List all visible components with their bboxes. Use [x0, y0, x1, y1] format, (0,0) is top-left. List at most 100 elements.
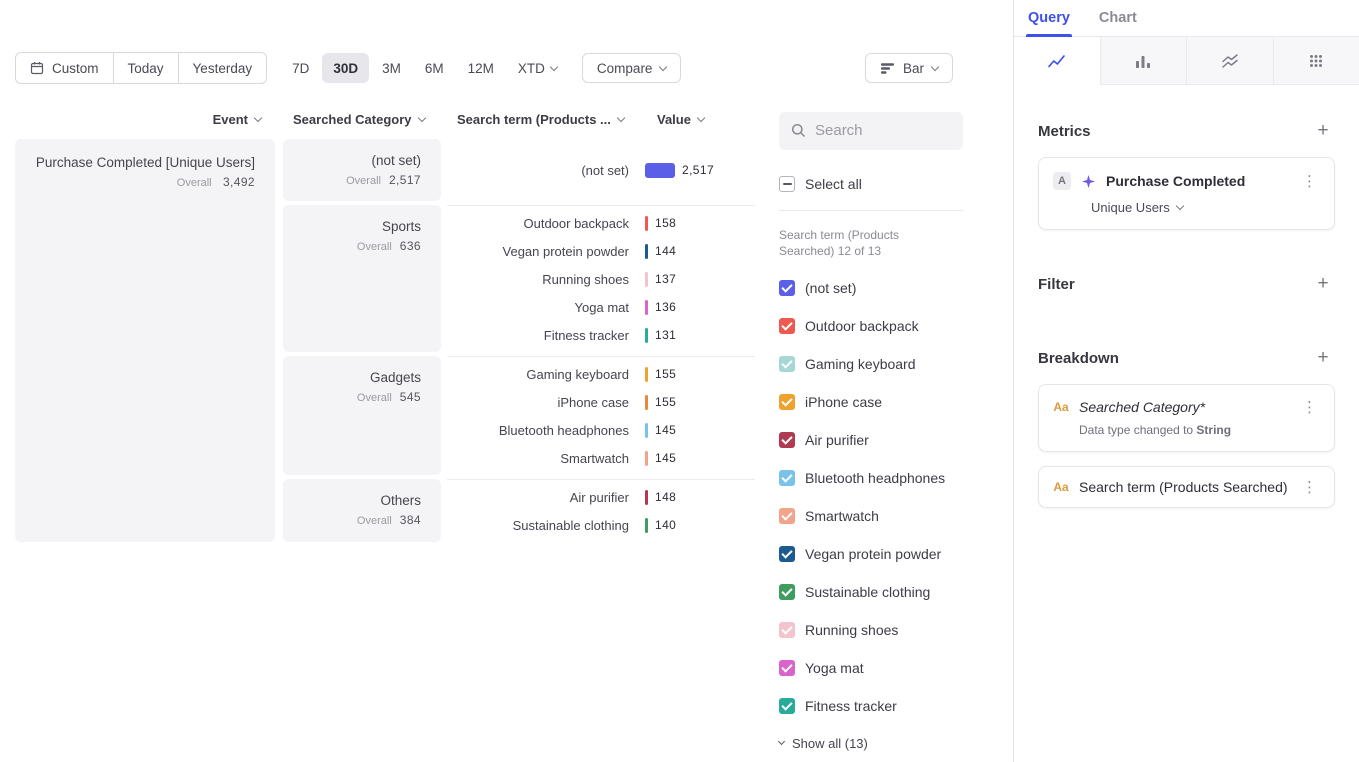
event-cell[interactable]: Purchase Completed [Unique Users] Overal… [15, 139, 275, 542]
measure-label: Unique Users [1091, 200, 1170, 215]
category-label: Sports [293, 219, 421, 234]
segment-search-box[interactable] [779, 112, 963, 150]
category-cell[interactable]: (not set)Overall2,517 [283, 139, 441, 201]
select-all-checkbox[interactable] [779, 176, 795, 192]
checkbox-icon[interactable] [779, 508, 795, 524]
range-label: 6M [425, 61, 444, 76]
bar-chart-tab[interactable] [1101, 37, 1188, 85]
value-bar[interactable] [645, 423, 648, 438]
compare-button[interactable]: Compare [582, 53, 682, 83]
term-checkbox-item[interactable]: Bluetooth headphones [779, 459, 963, 497]
value-cell: 145 [645, 451, 755, 466]
chart-row: Sustainable clothing140 [447, 511, 755, 539]
checkbox-icon[interactable] [779, 280, 795, 296]
compare-label: Compare [597, 61, 653, 76]
range-6m-button[interactable]: 6M [414, 53, 455, 83]
term-checkbox-item[interactable]: Yoga mat [779, 649, 963, 687]
term-checkbox-item[interactable]: (not set) [779, 269, 963, 307]
add-metric-button[interactable]: + [1311, 119, 1335, 143]
custom-date-button[interactable]: Custom [16, 53, 114, 83]
value-cell: 148 [645, 490, 755, 505]
value-bar[interactable] [645, 300, 648, 315]
category-cell[interactable]: OthersOverall384 [283, 479, 441, 542]
stacked-chart-tab[interactable] [1187, 37, 1274, 85]
value-number: 158 [655, 216, 676, 230]
yesterday-button[interactable]: Yesterday [179, 53, 267, 83]
category-column-header[interactable]: Searched Category [283, 112, 441, 127]
add-filter-button[interactable]: + [1311, 272, 1335, 296]
breakdown-heading: Breakdown [1038, 350, 1119, 367]
category-overall-value: 545 [400, 390, 421, 404]
measure-dropdown[interactable]: Unique Users [1091, 200, 1320, 215]
search-input[interactable] [815, 122, 951, 139]
value-bar[interactable] [645, 490, 648, 505]
value-column-header[interactable]: Value [645, 112, 755, 127]
breakdown-card-search-term[interactable]: Aa Search term (Products Searched) ⋮ [1038, 466, 1335, 508]
value-cell: 131 [645, 328, 755, 343]
checkbox-icon[interactable] [779, 584, 795, 600]
range-7d-button[interactable]: 7D [281, 53, 320, 83]
chevron-down-icon [617, 114, 625, 122]
value-bar[interactable] [645, 244, 648, 259]
checkbox-icon[interactable] [779, 546, 795, 562]
term-checkbox-item[interactable]: Sustainable clothing [779, 573, 963, 611]
checkbox-icon[interactable] [779, 394, 795, 410]
value-bar[interactable] [645, 216, 648, 231]
value-cell: 2,517 [645, 163, 755, 178]
value-number: 144 [655, 244, 676, 258]
term-checkbox-item[interactable]: iPhone case [779, 383, 963, 421]
value-number: 136 [655, 300, 676, 314]
term-checkbox-item[interactable]: Fitness tracker [779, 687, 963, 725]
breakdown-card-searched-category[interactable]: Aa Searched Category* ⋮ Data type change… [1038, 384, 1335, 452]
metric-grid-tab[interactable] [1274, 37, 1359, 85]
value-bar[interactable] [645, 395, 648, 410]
insights-report: Custom Today Yesterday 7D30D3M 6M 12MXTD C… [0, 0, 1359, 762]
term-checkbox-item[interactable]: Vegan protein powder [779, 535, 963, 573]
category-cell[interactable]: GadgetsOverall545 [283, 356, 441, 475]
term-item-label: iPhone case [805, 394, 882, 410]
search-term-column-header[interactable]: Search term (Products ... [447, 112, 645, 127]
checkbox-icon[interactable] [779, 318, 795, 334]
value-bar[interactable] [645, 328, 648, 343]
tab-chart[interactable]: Chart [1097, 10, 1139, 36]
term-label: Yoga mat [447, 300, 645, 315]
event-column-header[interactable]: Event [15, 112, 275, 127]
value-bar[interactable] [645, 451, 648, 466]
term-checkbox-item[interactable]: Air purifier [779, 421, 963, 459]
add-breakdown-button[interactable]: + [1311, 346, 1335, 370]
term-checkbox-item[interactable]: Running shoes [779, 611, 963, 649]
value-bar[interactable] [645, 518, 648, 533]
chart-type-dropdown[interactable]: Bar [865, 53, 953, 83]
breakdown-menu-button[interactable]: ⋮ [1299, 400, 1320, 415]
chart-row: Fitness tracker131 [447, 321, 755, 349]
tab-query-label: Query [1028, 10, 1070, 26]
range-30d-button[interactable]: 30D [322, 53, 369, 83]
line-chart-tab[interactable] [1014, 37, 1101, 85]
value-bar[interactable] [645, 272, 648, 287]
breakdown-menu-button[interactable]: ⋮ [1299, 480, 1320, 495]
checkbox-icon[interactable] [779, 432, 795, 448]
show-all-button[interactable]: Show all (13) [779, 725, 963, 762]
bar-chart: Event Searched Category Search term (Pro… [0, 112, 763, 762]
value-bar[interactable] [645, 367, 648, 382]
tab-query[interactable]: Query [1026, 10, 1072, 36]
checkbox-icon[interactable] [779, 356, 795, 372]
grid-dots-icon [1307, 52, 1325, 70]
checkbox-icon[interactable] [779, 698, 795, 714]
value-bar[interactable] [645, 163, 675, 178]
select-all-row[interactable]: Select all [779, 176, 963, 211]
term-checkbox-item[interactable]: Outdoor backpack [779, 307, 963, 345]
overall-label: Overall [357, 392, 392, 404]
checkbox-icon[interactable] [779, 622, 795, 638]
today-button[interactable]: Today [114, 53, 179, 83]
term-checkbox-item[interactable]: Gaming keyboard [779, 345, 963, 383]
category-cell[interactable]: SportsOverall636 [283, 205, 441, 352]
metric-menu-button[interactable]: ⋮ [1299, 174, 1320, 189]
checkbox-icon[interactable] [779, 660, 795, 676]
term-checkbox-item[interactable]: Smartwatch [779, 497, 963, 535]
range-xtd-button[interactable]: XTD [507, 53, 568, 83]
metric-card[interactable]: A Purchase Completed ⋮ Unique Users [1038, 157, 1335, 230]
range-3m-button[interactable]: 3M [371, 53, 412, 83]
checkbox-icon[interactable] [779, 470, 795, 486]
range-12m-button[interactable]: 12M [457, 53, 505, 83]
